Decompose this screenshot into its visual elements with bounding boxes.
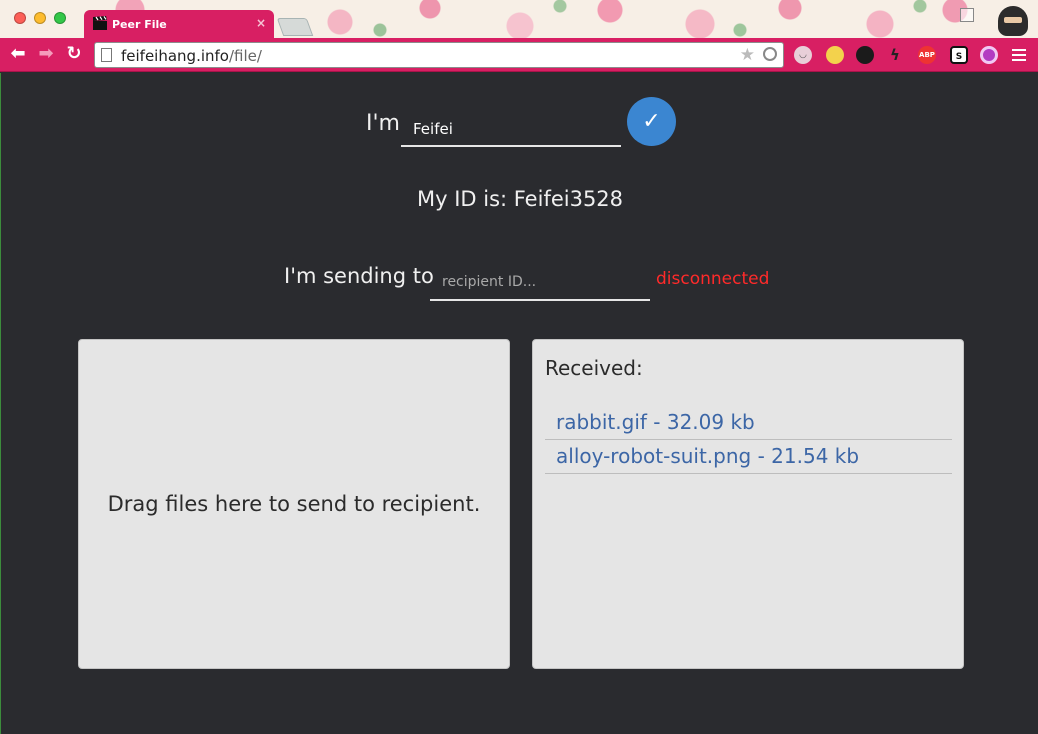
browser-tab[interactable]: Peer File ×: [84, 10, 274, 38]
received-file-list: rabbit.gif - 32.09 kb alloy-robot-suit.p…: [545, 406, 952, 474]
connection-status: disconnected: [656, 269, 770, 289]
zoom-icon[interactable]: [763, 47, 777, 61]
browser-toolbar: ⬅ ➡ ↻ feifeihang.info/file/ ★ ◡ ϟ ABP S: [0, 38, 1038, 72]
browser-titlebar: Peer File ×: [0, 0, 1038, 38]
confirm-name-button[interactable]: ✓: [627, 97, 676, 146]
received-file-link[interactable]: alloy-robot-suit.png - 21.54 kb: [545, 440, 952, 474]
lightning-extension-icon[interactable]: ϟ: [886, 46, 904, 64]
sending-to-label: I'm sending to: [284, 264, 434, 288]
new-tab-button[interactable]: [276, 18, 314, 36]
reload-icon[interactable]: ↻: [64, 44, 84, 64]
window-zoom-icon[interactable]: [54, 12, 66, 24]
profile-avatar-icon[interactable]: [998, 6, 1028, 36]
pocket-extension-icon[interactable]: ◡: [794, 46, 812, 64]
forward-arrow-icon[interactable]: ➡: [36, 44, 56, 64]
url-text[interactable]: feifeihang.info/file/: [121, 47, 262, 65]
chrome-extension-icon[interactable]: [826, 46, 844, 64]
hamburger-menu-icon[interactable]: [1012, 49, 1026, 61]
adblock-plus-extension-icon[interactable]: ABP: [918, 46, 936, 64]
bookmark-star-icon[interactable]: ★: [740, 45, 755, 65]
s-extension-icon[interactable]: S: [950, 46, 968, 64]
window-close-icon[interactable]: [14, 12, 26, 24]
recipient-id-input[interactable]: [430, 265, 650, 301]
tab-close-icon[interactable]: ×: [256, 16, 266, 30]
received-file-link[interactable]: rabbit.gif - 32.09 kb: [545, 406, 952, 440]
clapperboard-icon: [93, 16, 107, 30]
received-files-panel: Received: rabbit.gif - 32.09 kb alloy-ro…: [532, 339, 964, 669]
url-host: feifeihang.info: [121, 47, 229, 65]
lastpass-extension-icon[interactable]: [856, 46, 874, 64]
window-minimize-icon[interactable]: [34, 12, 46, 24]
back-arrow-icon[interactable]: ⬅: [8, 44, 28, 64]
name-input[interactable]: [401, 113, 621, 147]
page-icon: [101, 48, 112, 62]
fullscreen-icon[interactable]: [960, 8, 974, 22]
peer-file-page: I'm ✓ My ID is: Feifei3528 I'm sending t…: [0, 73, 1038, 734]
tab-title: Peer File: [112, 18, 167, 31]
im-label: I'm: [366, 111, 400, 136]
file-drop-zone[interactable]: Drag files here to send to recipient.: [78, 339, 510, 669]
my-id-text: My ID is: Feifei3528: [416, 187, 624, 211]
url-path: /file/: [228, 47, 262, 65]
address-bar[interactable]: feifeihang.info/file/ ★: [94, 42, 784, 68]
color-extension-icon[interactable]: [980, 46, 998, 64]
drop-zone-text: Drag files here to send to recipient.: [107, 492, 481, 516]
received-title: Received:: [545, 356, 643, 380]
